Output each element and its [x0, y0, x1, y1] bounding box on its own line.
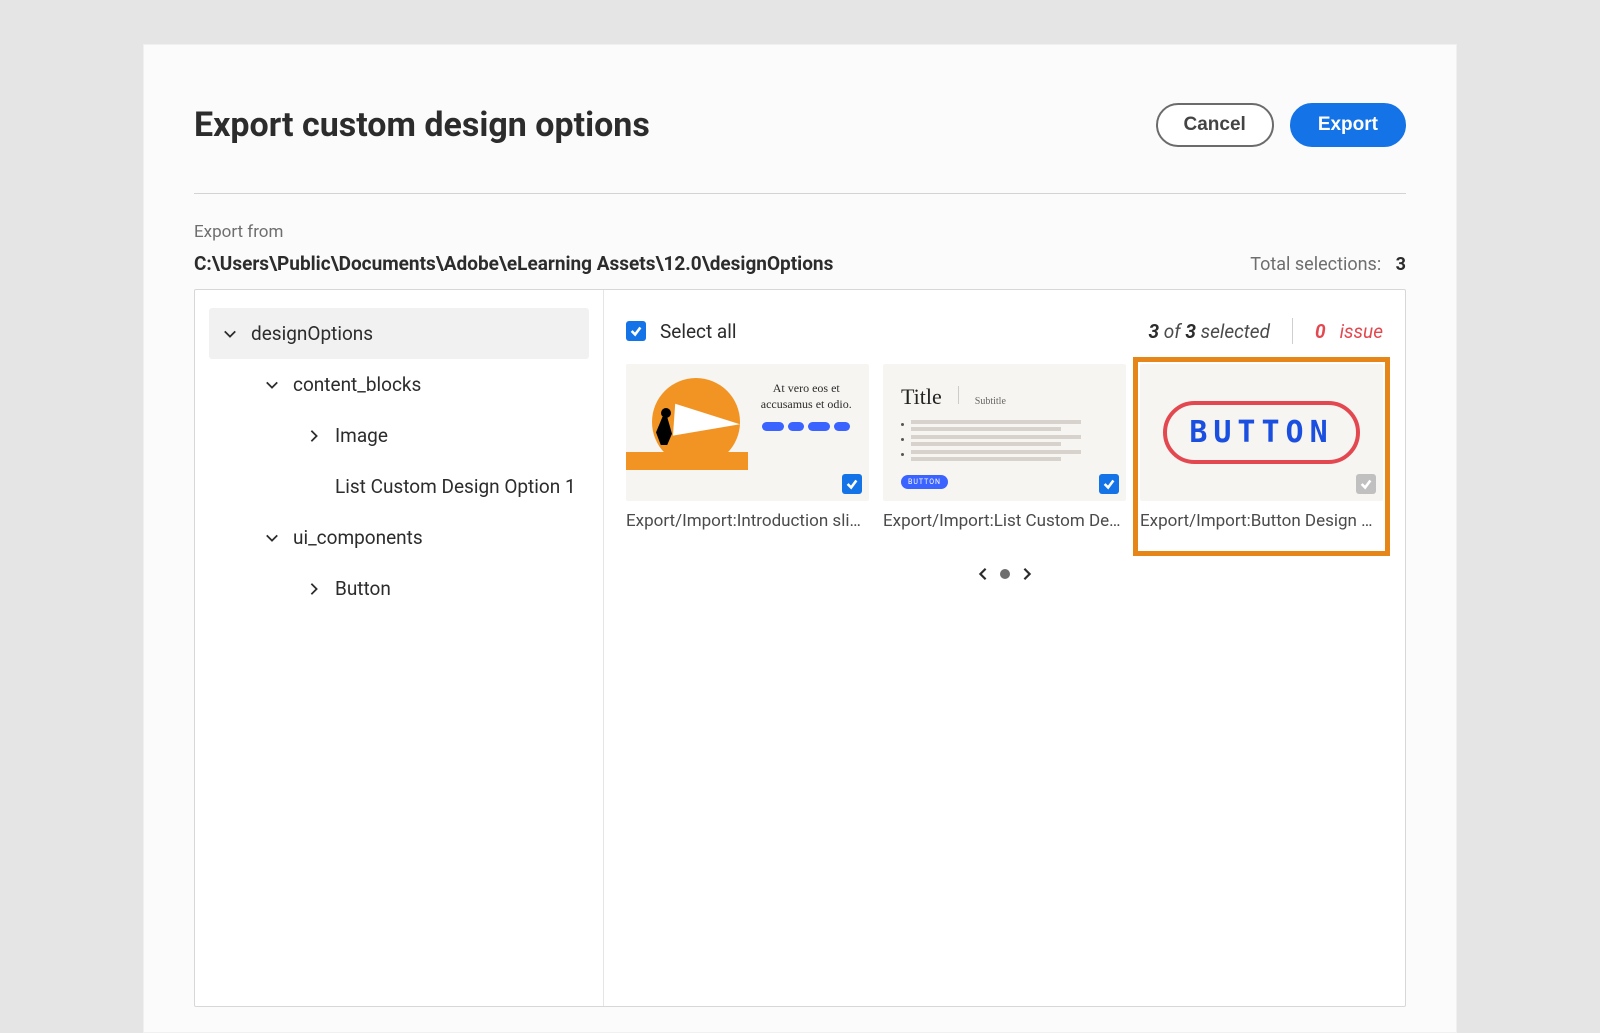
tree-item-designoptions[interactable]: designOptions: [209, 308, 589, 359]
design-card-label: Export/Import:Button Design O…: [1140, 511, 1383, 531]
selected-of: of: [1164, 320, 1181, 343]
selected-total: 3: [1185, 320, 1196, 343]
tree-item-label: content_blocks: [293, 373, 577, 396]
tree-item-list-custom[interactable]: List Custom Design Option 1: [209, 461, 589, 512]
tree-item-label: Image: [335, 424, 577, 447]
select-all-checkbox[interactable]: Select all: [626, 320, 737, 343]
export-dialog: Export custom design options Cancel Expo…: [143, 44, 1457, 1033]
dialog-actions: Cancel Export: [1156, 103, 1407, 147]
path-row: C:\Users\Public\Documents\Adobe\eLearnin…: [194, 252, 1406, 275]
thumbnail: Title Subtitle BUTTON: [883, 364, 1126, 501]
issue-count: 0: [1315, 320, 1326, 343]
tree-item-ui-components[interactable]: ui_components: [209, 512, 589, 563]
checkbox-muted-icon[interactable]: [1356, 474, 1376, 494]
chevron-down-icon: [221, 327, 239, 341]
pager-dot[interactable]: [1000, 569, 1010, 579]
pager-next[interactable]: [1020, 567, 1034, 581]
design-card[interactable]: At vero eos et accusamus et odio. Export…: [626, 364, 869, 549]
thumbnail: BUTTON: [1140, 364, 1383, 501]
thumb-subtitle: Subtitle: [975, 396, 1006, 407]
design-card-label: Export/Import:Introduction slid…: [626, 511, 869, 531]
thumb-button-label: BUTTON: [1163, 401, 1359, 464]
pager: [626, 567, 1383, 581]
issue-status: 0 issue: [1315, 320, 1383, 343]
cancel-button[interactable]: Cancel: [1156, 103, 1274, 147]
select-all-label: Select all: [660, 320, 737, 343]
status-separator: [1292, 318, 1293, 344]
checkbox-checked-icon[interactable]: [842, 474, 862, 494]
checkbox-checked-icon[interactable]: [1099, 474, 1119, 494]
thumb-title: Title: [901, 384, 942, 410]
tree-item-label: designOptions: [251, 322, 577, 345]
issue-word: issue: [1340, 320, 1383, 343]
header-divider: [194, 193, 1406, 194]
thumb-button-label: BUTTON: [901, 475, 948, 489]
export-path: C:\Users\Public\Documents\Adobe\eLearnin…: [194, 252, 833, 275]
design-card-highlighted[interactable]: BUTTON Export/Import:Button Design O…: [1140, 364, 1383, 549]
pager-prev[interactable]: [976, 567, 990, 581]
tree-item-label: Button: [335, 577, 577, 600]
design-card[interactable]: Title Subtitle BUTTON: [883, 364, 1126, 549]
total-selections-count: 3: [1396, 254, 1406, 275]
tree-item-label: List Custom Design Option 1: [335, 475, 577, 498]
content-toolbar: Select all 3 of 3 selected 0 issue: [626, 318, 1383, 344]
chevron-down-icon: [263, 378, 281, 392]
main-panel: designOptions content_blocks Image List …: [194, 289, 1406, 1007]
total-selections-label: Total selections:: [1250, 254, 1381, 275]
dialog-title: Export custom design options: [194, 105, 650, 145]
design-card-label: Export/Import:List Custom Desi…: [883, 511, 1126, 531]
dialog-header: Export custom design options Cancel Expo…: [194, 103, 1406, 147]
folder-tree: designOptions content_blocks Image List …: [195, 290, 604, 1006]
content-panel: Select all 3 of 3 selected 0 issue: [604, 290, 1405, 1006]
tree-item-button[interactable]: Button: [209, 563, 589, 614]
thumb-graphic: [626, 364, 748, 501]
thumbnail-grid: At vero eos et accusamus et odio. Export…: [626, 364, 1383, 549]
thumbnail: At vero eos et accusamus et odio.: [626, 364, 869, 501]
export-from-label: Export from: [194, 222, 1406, 242]
selected-word: selected: [1201, 320, 1270, 343]
chevron-down-icon: [263, 531, 281, 545]
thumb-text: At vero eos et accusamus et odio.: [754, 380, 860, 412]
total-selections: Total selections: 3: [1250, 254, 1406, 275]
export-button[interactable]: Export: [1290, 103, 1406, 147]
chevron-right-icon: [305, 582, 323, 596]
chevron-right-icon: [305, 429, 323, 443]
selection-status: 3 of 3 selected 0 issue: [1149, 318, 1384, 344]
checkbox-checked-icon: [626, 321, 646, 341]
tree-item-content-blocks[interactable]: content_blocks: [209, 359, 589, 410]
tree-item-label: ui_components: [293, 526, 577, 549]
selected-count: 3: [1149, 320, 1160, 343]
tree-item-image[interactable]: Image: [209, 410, 589, 461]
